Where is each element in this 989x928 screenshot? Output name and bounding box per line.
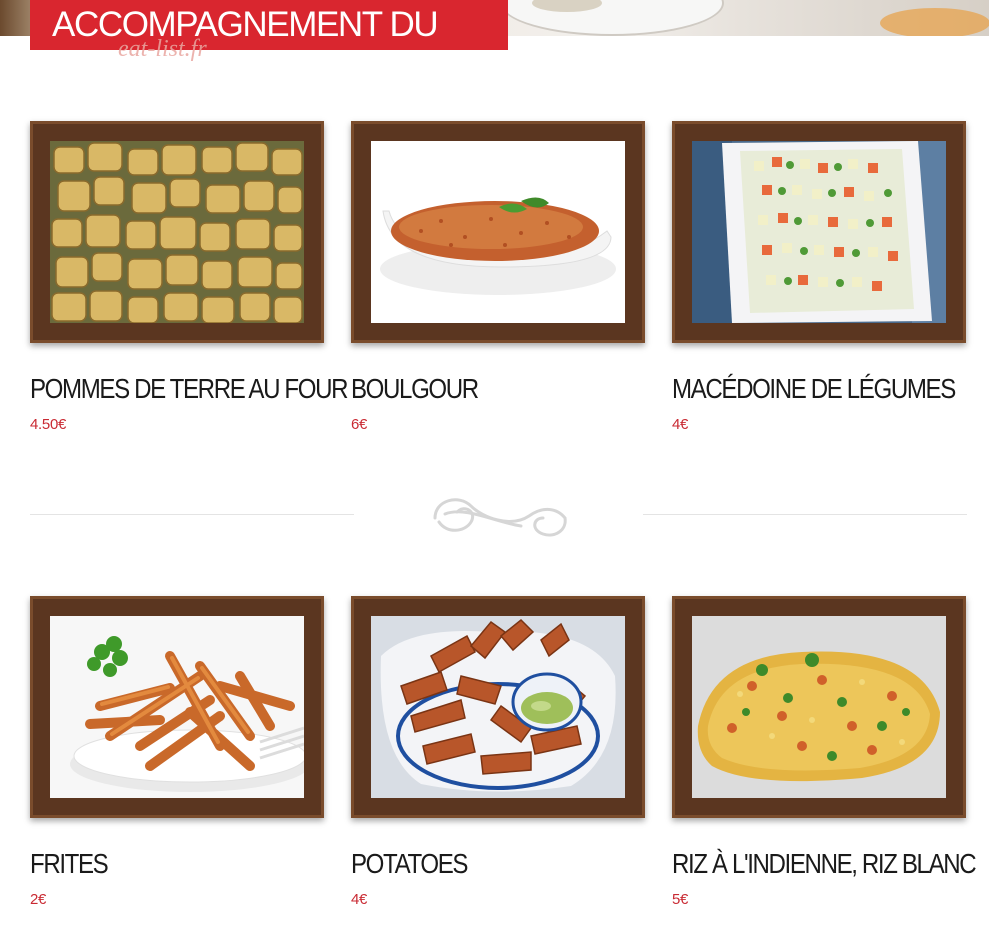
dish-price: 4€ (351, 891, 368, 908)
dish-photo-rice (692, 616, 946, 798)
dish-photo-roasted-potatoes (50, 141, 304, 323)
dish-price: 6€ (351, 416, 368, 433)
dish-price: 2€ (30, 891, 47, 908)
dish-name: RIZ À L'INDIENNE, RIZ BLANC (672, 848, 977, 879)
dish-price: 4€ (672, 416, 689, 433)
dish-photo-frame (351, 121, 645, 343)
dish-name: POMMES DE TERRE AU FOUR (30, 373, 349, 404)
dish-name: POTATOES (351, 848, 468, 879)
dish-photo-frame (30, 121, 324, 343)
dish-photo-potato-wedges (371, 616, 625, 798)
dish-name: FRITES (30, 848, 109, 879)
dish-photo-vegetable-salad (692, 141, 946, 323)
dish-name: BOULGOUR (351, 373, 479, 404)
dish-photo-fries (50, 616, 304, 798)
section-title: ACCOMPAGNEMENT DU JOUR (30, 0, 508, 94)
dish-price: 5€ (672, 891, 689, 908)
dish-photo-frame (351, 596, 645, 818)
dish-price: 4.50€ (30, 416, 67, 433)
dish-photo-frame (30, 596, 324, 818)
dish-photo-frame (672, 596, 966, 818)
divider-left (30, 514, 354, 515)
dish-photo-bulgur (371, 141, 625, 323)
watermark: eat-list.fr (118, 36, 207, 62)
flourish-ornament-icon (433, 498, 567, 537)
dish-name: MACÉDOINE DE LÉGUMES (672, 373, 956, 404)
dish-photo-frame (672, 121, 966, 343)
divider-right (643, 514, 967, 515)
